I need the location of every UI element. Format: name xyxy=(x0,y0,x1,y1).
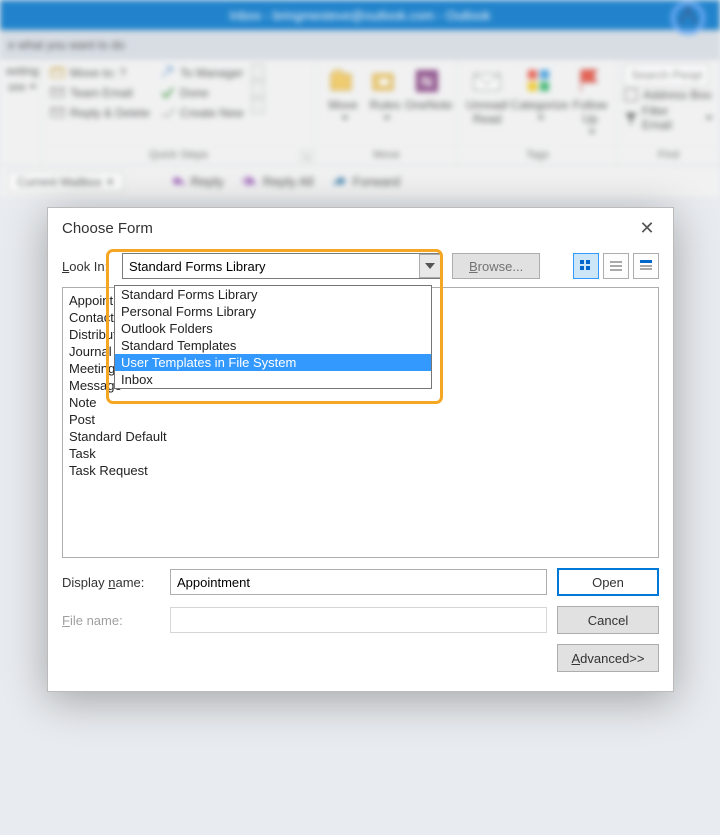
file-name-input xyxy=(170,607,547,633)
look-in-dropdown-list[interactable]: Standard Forms Library Personal Forms Li… xyxy=(114,285,432,389)
group-caption-move: Move xyxy=(316,146,457,165)
envelope-icon xyxy=(472,66,502,96)
reply-all-button[interactable]: Reply All xyxy=(236,171,320,192)
combo-option[interactable]: Inbox xyxy=(115,371,431,388)
tell-me-bar[interactable]: e what you want to do xyxy=(0,30,720,60)
followup-button[interactable]: Follow Up xyxy=(569,64,611,138)
pointer-indicator-icon xyxy=(666,0,710,38)
group-caption-find: Find xyxy=(618,146,719,165)
list-item[interactable]: Task xyxy=(69,445,652,462)
flag-icon xyxy=(575,66,605,96)
dialog-launcher-icon[interactable]: ↘ xyxy=(300,150,312,162)
chevron-down-icon xyxy=(425,263,435,269)
list-item[interactable]: Post xyxy=(69,411,652,428)
quickstep-to-manager[interactable]: To Manager xyxy=(158,64,245,81)
onenote-button[interactable]: NOneNote xyxy=(406,64,451,114)
onenote-icon: N xyxy=(414,66,444,96)
advanced-button[interactable]: Advanced>> xyxy=(557,644,659,672)
cancel-button[interactable]: Cancel xyxy=(557,606,659,634)
quickstep-team-email[interactable]: Team Email xyxy=(48,84,152,101)
filter-email-button[interactable]: Filter Email xyxy=(624,104,713,132)
forward-icon xyxy=(331,173,348,190)
rules-icon xyxy=(370,66,400,96)
funnel-icon xyxy=(624,111,637,125)
group-caption-quicksteps: Quick Steps xyxy=(42,146,315,165)
categories-icon xyxy=(525,66,555,96)
display-name-label: Display name: xyxy=(62,575,160,590)
combo-option[interactable]: Personal Forms Library xyxy=(115,303,431,320)
display-name-input[interactable] xyxy=(170,569,547,595)
quickstep-done[interactable]: Done xyxy=(158,84,245,101)
open-button[interactable]: Open xyxy=(557,568,659,596)
ribbon: eeting ore Move to: ? Team Email Reply &… xyxy=(0,60,720,166)
details-icon xyxy=(639,259,653,273)
quickstep-reply-delete[interactable]: Reply & Delete xyxy=(48,104,152,121)
address-book-button[interactable]: Address Boo xyxy=(624,88,712,102)
file-name-label: File name: xyxy=(62,613,160,628)
svg-text:N: N xyxy=(421,74,433,91)
tell-me-placeholder: e what you want to do xyxy=(8,38,125,52)
reply-button[interactable]: Reply xyxy=(164,171,230,192)
list-item[interactable]: Standard Default xyxy=(69,428,652,445)
browse-button[interactable]: Browse... xyxy=(452,253,540,279)
look-in-combobox[interactable] xyxy=(122,253,442,279)
choose-form-dialog: Choose Form ✕ Look In: Browse... Appoint… xyxy=(47,207,674,692)
quickstep-move-to[interactable]: Move to: ? xyxy=(48,64,152,81)
combo-option[interactable]: Outlook Folders xyxy=(115,320,431,337)
combo-option[interactable]: Standard Templates xyxy=(115,337,431,354)
categorize-button[interactable]: Categorize xyxy=(510,64,569,124)
scope-dropdown[interactable]: Current Mailbox▼ xyxy=(8,172,124,192)
window-title-text: Inbox - bringmesteve@outlook.com - Outlo… xyxy=(229,8,490,23)
move-button[interactable]: Move xyxy=(322,64,364,124)
list-icon xyxy=(609,259,623,273)
combo-dropdown-button[interactable] xyxy=(419,254,441,278)
view-details-button[interactable] xyxy=(633,253,659,279)
address-book-icon xyxy=(624,88,638,102)
look-in-input[interactable] xyxy=(122,253,442,279)
list-item[interactable]: Task Request xyxy=(69,462,652,479)
quickstep-spinner[interactable] xyxy=(251,64,265,114)
combo-option[interactable]: Standard Forms Library xyxy=(115,286,431,303)
look-in-label: Look In: xyxy=(62,259,112,274)
search-people-input[interactable] xyxy=(624,64,709,86)
window-title-bar: Inbox - bringmesteve@outlook.com - Outlo… xyxy=(0,0,720,30)
group-caption-tags: Tags xyxy=(458,146,617,165)
folder-icon xyxy=(328,66,358,96)
close-button[interactable]: ✕ xyxy=(635,218,659,239)
quickstep-create-new[interactable]: Create New xyxy=(158,104,245,121)
view-large-icons-button[interactable] xyxy=(573,253,599,279)
unread-read-button[interactable]: Unread/ Read xyxy=(464,64,510,128)
reply-all-icon xyxy=(242,173,259,190)
forward-button[interactable]: Forward xyxy=(325,171,406,192)
view-list-button[interactable] xyxy=(603,253,629,279)
meeting-button[interactable]: eeting ore xyxy=(6,64,39,94)
rules-button[interactable]: Rules xyxy=(364,64,406,124)
message-action-bar: Current Mailbox▼ Reply Reply All Forward xyxy=(0,166,720,198)
reply-icon xyxy=(170,173,187,190)
list-item[interactable]: Note xyxy=(69,394,652,411)
combo-option-selected[interactable]: User Templates in File System xyxy=(115,354,431,371)
dialog-title: Choose Form xyxy=(62,220,153,237)
large-icons-icon xyxy=(579,259,593,273)
